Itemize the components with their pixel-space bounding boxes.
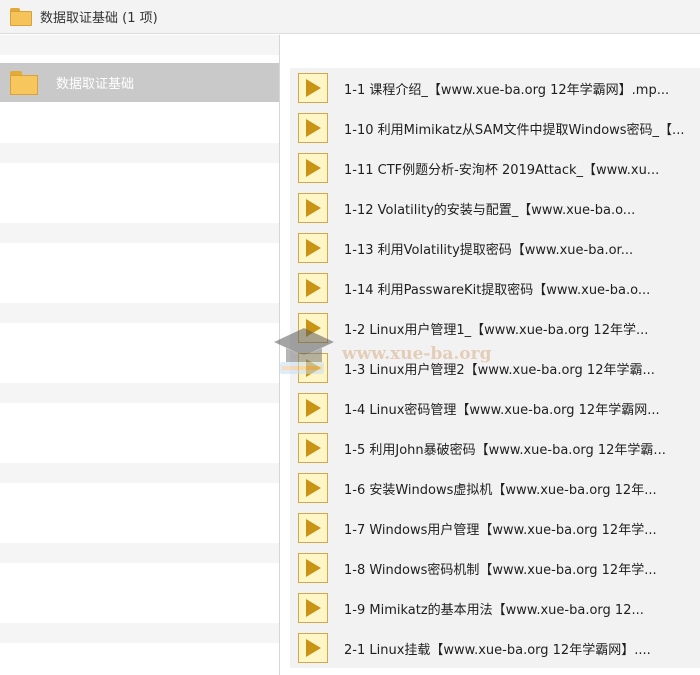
video-file-icon xyxy=(298,593,328,623)
list-item[interactable]: 1-5 利用John暴破密码【www.xue-ba.org 12年学霸... xyxy=(290,428,700,468)
video-file-icon xyxy=(298,273,328,303)
file-name: 1-6 安装Windows虚拟机【www.xue-ba.org 12年... xyxy=(344,482,657,498)
mortarboard-icon xyxy=(274,328,334,374)
list-item[interactable]: 1-10 利用Mimikatz从SAM文件中提取Windows密码_【... xyxy=(290,108,700,148)
list-item[interactable]: 1-14 利用PasswareKit提取密码【www.xue-ba.o... xyxy=(290,268,700,308)
title-bar: 数据取证基础 (1 项) xyxy=(0,0,700,34)
list-item[interactable]: 1-8 Windows密码机制【www.xue-ba.org 12年学... xyxy=(290,548,700,588)
folder-icon xyxy=(10,70,38,95)
video-file-icon xyxy=(298,73,328,103)
file-name: 1-11 CTF例题分析-安洵杯 2019Attack_【www.xu... xyxy=(344,162,660,178)
video-file-icon xyxy=(298,233,328,263)
watermark: www.xue-ba.org xyxy=(272,318,512,382)
file-name: 1-4 Linux密码管理【www.xue-ba.org 12年学霸网... xyxy=(344,402,660,418)
video-file-icon xyxy=(298,193,328,223)
file-name: 1-7 Windows用户管理【www.xue-ba.org 12年学... xyxy=(344,522,657,538)
list-item[interactable]: 1-13 利用Volatility提取密码【www.xue-ba.or... xyxy=(290,228,700,268)
file-name: 1-13 利用Volatility提取密码【www.xue-ba.or... xyxy=(344,242,634,258)
video-file-icon xyxy=(298,513,328,543)
list-item[interactable]: 1-7 Windows用户管理【www.xue-ba.org 12年学... xyxy=(290,508,700,548)
file-name: 1-14 利用PasswareKit提取密码【www.xue-ba.o... xyxy=(344,282,651,298)
list-item[interactable]: 1-6 安装Windows虚拟机【www.xue-ba.org 12年... xyxy=(290,468,700,508)
list-item[interactable]: 1-12 Volatility的安装与配置_【www.xue-ba.o... xyxy=(290,188,700,228)
file-name: 2-1 Linux挂载【www.xue-ba.org 12年学霸网】.... xyxy=(344,642,651,658)
window-title: 数据取证基础 (1 项) xyxy=(40,11,158,26)
folder-tree-pane[interactable]: 数据取证基础 xyxy=(0,35,280,675)
tree-item-label: 数据取证基础 xyxy=(56,77,135,92)
video-file-icon xyxy=(298,153,328,183)
tree-item-selected-folder[interactable]: 数据取证基础 xyxy=(0,63,279,102)
watermark-text: www.xue-ba.org xyxy=(342,344,492,364)
file-name: 1-5 利用John暴破密码【www.xue-ba.org 12年学霸... xyxy=(344,442,666,458)
file-name: 1-12 Volatility的安装与配置_【www.xue-ba.o... xyxy=(344,202,636,218)
folder-icon xyxy=(10,7,32,26)
list-item[interactable]: 1-9 Mimikatz的基本用法【www.xue-ba.org 12... xyxy=(290,588,700,628)
video-file-icon xyxy=(298,633,328,663)
video-file-icon xyxy=(298,113,328,143)
file-name: 1-9 Mimikatz的基本用法【www.xue-ba.org 12... xyxy=(344,602,644,618)
list-item[interactable]: 1-4 Linux密码管理【www.xue-ba.org 12年学霸网... xyxy=(290,388,700,428)
list-item[interactable]: 1-1 课程介绍_【www.xue-ba.org 12年学霸网】.mp... xyxy=(290,68,700,108)
video-file-icon xyxy=(298,433,328,463)
video-file-icon xyxy=(298,473,328,503)
file-name: 1-8 Windows密码机制【www.xue-ba.org 12年学... xyxy=(344,562,657,578)
list-item[interactable]: 1-11 CTF例题分析-安洵杯 2019Attack_【www.xu... xyxy=(290,148,700,188)
list-item[interactable]: 2-1 Linux挂载【www.xue-ba.org 12年学霸网】.... xyxy=(290,628,700,668)
file-name: 1-10 利用Mimikatz从SAM文件中提取Windows密码_【... xyxy=(344,122,685,138)
video-file-icon xyxy=(298,553,328,583)
file-name: 1-1 课程介绍_【www.xue-ba.org 12年学霸网】.mp... xyxy=(344,82,670,98)
video-file-icon xyxy=(298,393,328,423)
